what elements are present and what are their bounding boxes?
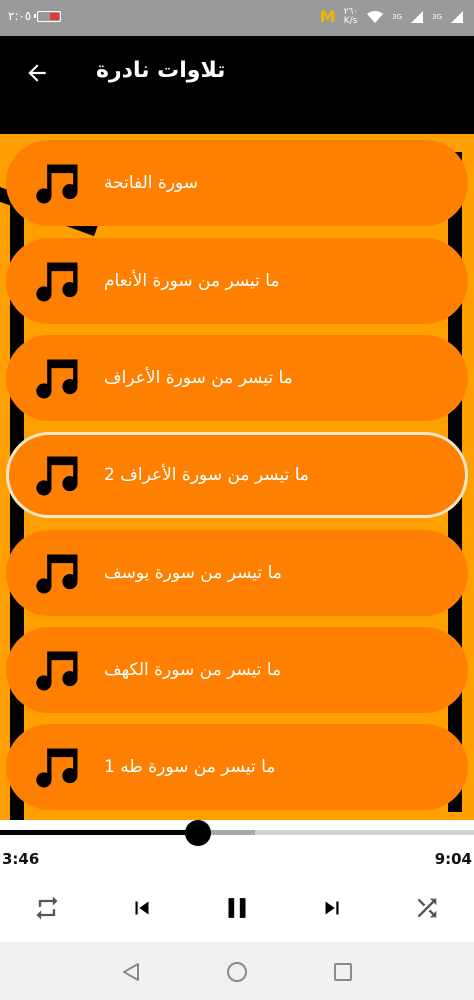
current-time: 3:46 bbox=[2, 850, 40, 868]
network-speed: ٢٦٠ K/s bbox=[343, 7, 359, 26]
system-nav-bar bbox=[0, 942, 474, 1000]
speed-unit: K/s bbox=[343, 15, 358, 26]
seek-thumb[interactable] bbox=[184, 820, 211, 846]
shuffle-button[interactable] bbox=[409, 890, 445, 926]
track-item[interactable]: ما تيسر من سورة يوسف bbox=[6, 530, 468, 616]
track-item[interactable]: ما تيسر من سورة الكهف bbox=[6, 627, 468, 713]
status-bar: ٢:٠٥ M ٢٦٠ K/s 3G 3G bbox=[0, 0, 474, 36]
shuffle-icon bbox=[417, 898, 437, 918]
music-note-icon bbox=[36, 651, 78, 691]
app-notification-icon: M bbox=[319, 7, 336, 26]
track-item[interactable]: ما تيسر من سورة الأنعام bbox=[6, 238, 468, 324]
seek-bar[interactable] bbox=[0, 820, 474, 846]
track-title: ما تيسر من سورة يوسف bbox=[104, 563, 282, 583]
music-note-icon bbox=[36, 164, 78, 204]
app-header: تلاوات نادرة bbox=[0, 36, 474, 112]
total-time: 9:04 bbox=[434, 850, 472, 868]
arrow-left-icon bbox=[28, 64, 46, 82]
pause-button[interactable] bbox=[219, 890, 255, 926]
player-controls bbox=[0, 890, 474, 926]
music-note-icon bbox=[36, 456, 78, 496]
pause-icon bbox=[228, 898, 246, 918]
back-button[interactable] bbox=[20, 56, 54, 90]
skip-next-icon bbox=[325, 901, 339, 915]
track-list[interactable]: سورة الفاتحة ما تيسر من سورة الأنعام ما … bbox=[0, 112, 474, 820]
circle-home-icon bbox=[227, 962, 247, 982]
decorative-stripe bbox=[0, 112, 474, 134]
player-bar: 3:46 9:04 bbox=[0, 820, 474, 942]
status-time: ٢:٠٥ bbox=[8, 9, 32, 23]
nav-recents-button[interactable] bbox=[331, 960, 355, 984]
music-note-icon bbox=[36, 748, 78, 788]
music-note-icon bbox=[36, 359, 78, 399]
status-right: M ٢٦٠ K/s 3G 3G bbox=[320, 7, 464, 26]
status-left: ٢:٠٥ bbox=[8, 9, 62, 23]
next-button[interactable] bbox=[314, 890, 350, 926]
music-note-icon bbox=[36, 262, 78, 302]
triangle-back-icon bbox=[123, 963, 139, 981]
previous-button[interactable] bbox=[124, 890, 160, 926]
repeat-icon bbox=[36, 896, 58, 920]
track-item[interactable]: ما تيسر من سورة طه 1 bbox=[6, 724, 468, 810]
signal-icon-2 bbox=[451, 10, 463, 23]
track-item[interactable]: سورة الفاتحة bbox=[6, 140, 468, 226]
page-title: تلاوات نادرة bbox=[96, 58, 226, 83]
track-title: ما تيسر من سورة الأعراف 2 bbox=[104, 465, 310, 485]
wifi-icon bbox=[367, 10, 384, 23]
track-item-selected[interactable]: ما تيسر من سورة الأعراف 2 bbox=[6, 432, 468, 518]
repeat-button[interactable] bbox=[29, 890, 65, 926]
square-recents-icon bbox=[334, 963, 352, 981]
signal-label-2: 3G bbox=[432, 12, 442, 21]
nav-home-button[interactable] bbox=[225, 960, 249, 984]
music-note-icon bbox=[36, 554, 78, 594]
track-title: ما تيسر من سورة الأعراف bbox=[104, 368, 293, 388]
track-title: ما تيسر من سورة طه 1 bbox=[104, 757, 276, 777]
seek-progress bbox=[0, 830, 198, 835]
signal-icon-1 bbox=[411, 10, 424, 23]
signal-label-1: 3G bbox=[392, 12, 403, 21]
skip-previous-icon bbox=[135, 901, 149, 915]
track-title: ما تيسر من سورة الكهف bbox=[104, 660, 282, 680]
track-title: سورة الفاتحة bbox=[104, 173, 199, 193]
battery-icon bbox=[34, 10, 62, 22]
track-title: ما تيسر من سورة الأنعام bbox=[104, 271, 280, 291]
nav-back-button[interactable] bbox=[119, 960, 143, 984]
track-item[interactable]: ما تيسر من سورة الأعراف bbox=[6, 335, 468, 421]
